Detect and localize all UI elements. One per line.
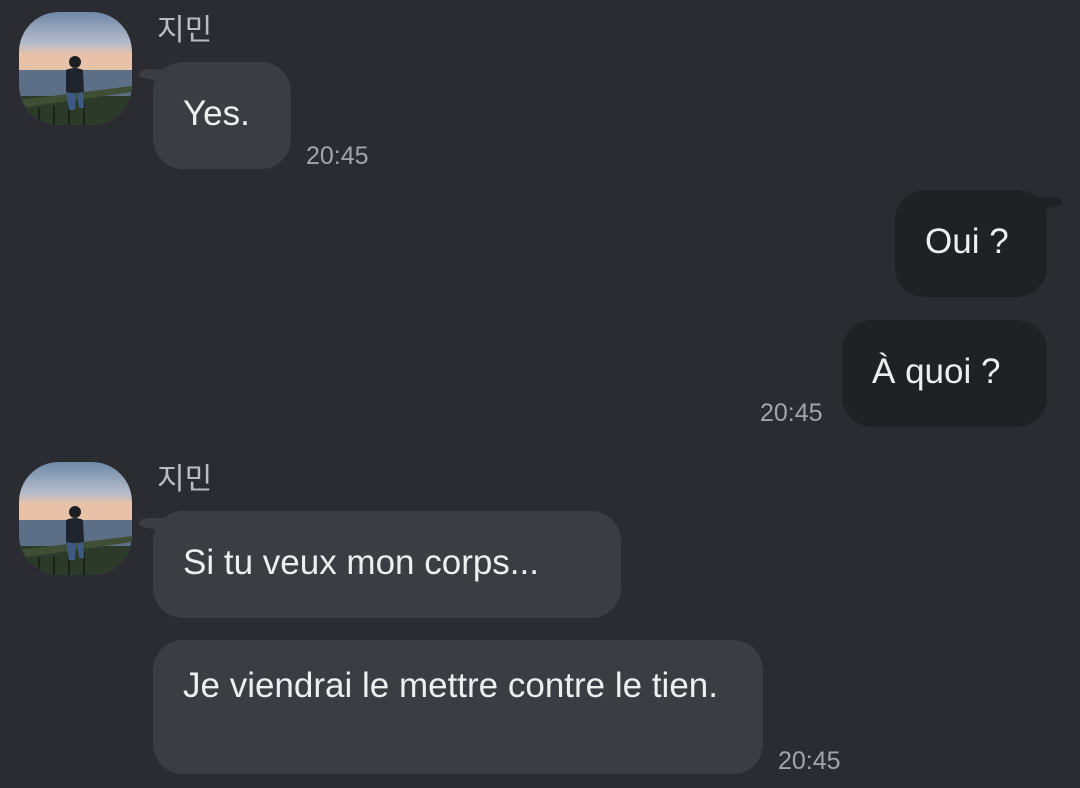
message-text: Yes. — [183, 94, 250, 133]
message-text: Oui ? — [925, 222, 1009, 261]
message-bubble[interactable]: Si tu veux mon corps... — [153, 511, 621, 618]
avatar-photo — [19, 12, 132, 125]
message-bubble[interactable]: Oui ? — [895, 190, 1047, 297]
avatar-photo — [19, 462, 132, 575]
sender-name: 지민 — [157, 462, 213, 497]
message-time: 20:45 — [778, 747, 841, 775]
message-bubble[interactable]: Je viendrai le mettre contre le tien. — [153, 640, 763, 774]
message-text: À quoi ? — [872, 352, 1001, 391]
message-text: Je viendrai le mettre contre le tien. — [183, 666, 718, 705]
message-bubble[interactable]: Yes. — [153, 62, 291, 169]
contact-avatar[interactable] — [19, 462, 132, 575]
chat-conversation: 지민 Yes. 20:45 Oui ? À quoi ? 20:45 지민 Si… — [0, 0, 1080, 788]
sender-name: 지민 — [157, 13, 213, 48]
message-time: 20:45 — [760, 399, 823, 427]
contact-avatar[interactable] — [19, 12, 132, 125]
message-text: Si tu veux mon corps... — [183, 543, 539, 582]
message-time: 20:45 — [306, 142, 369, 170]
message-bubble[interactable]: À quoi ? — [842, 320, 1047, 427]
